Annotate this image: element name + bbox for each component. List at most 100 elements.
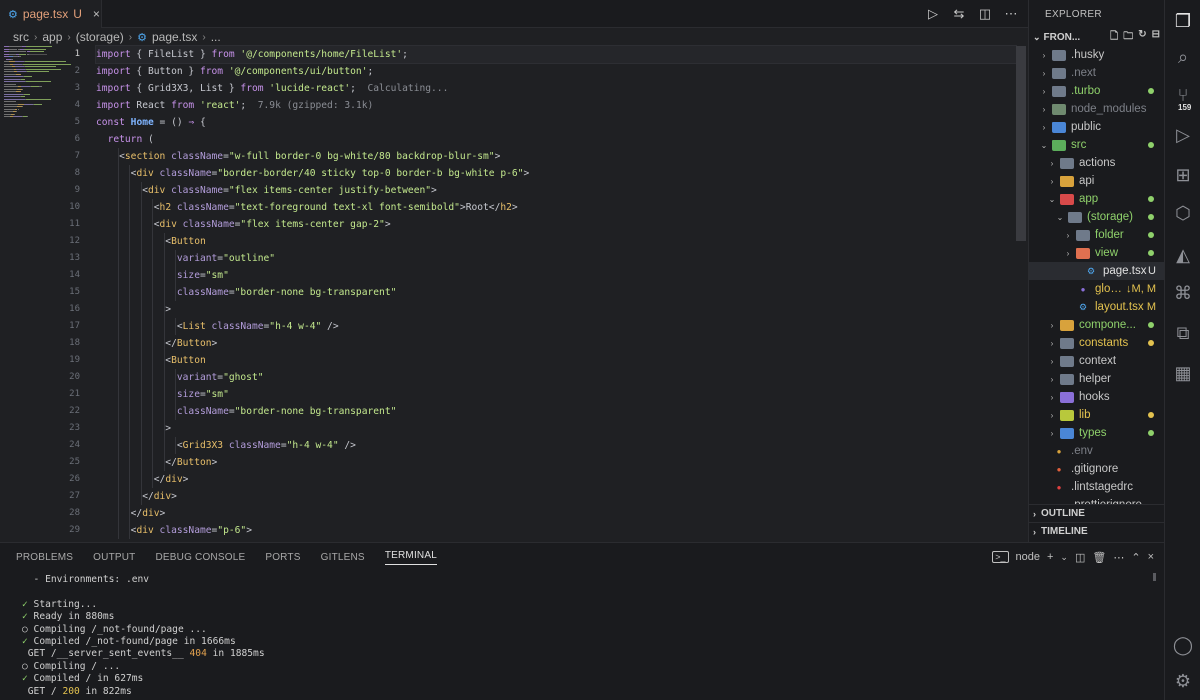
prisma-icon[interactable]: ◭ (1165, 238, 1200, 272)
split-editor-icon[interactable]: ◫ (978, 6, 992, 22)
collapse-all-icon[interactable]: ⊟ (1152, 29, 1160, 46)
add-terminal-icon[interactable]: + (1047, 551, 1053, 563)
tree-item[interactable]: ● .prettierignore (1029, 496, 1164, 504)
editor-tab-page-tsx[interactable]: ⚙ page.tsx U × (0, 0, 102, 28)
code-line[interactable]: <div className="border-border/40 sticky … (96, 165, 1016, 182)
tree-item[interactable]: › view (1029, 244, 1164, 262)
code-line[interactable]: <h2 className="text-foreground text-xl f… (96, 199, 1016, 216)
code-line[interactable]: </div> (96, 505, 1016, 522)
explorer-icon[interactable]: ❐ (1165, 4, 1200, 38)
maximize-panel-icon[interactable]: ⌃ (1131, 551, 1140, 564)
code-line[interactable]: <div className="flex items-center gap-2"… (96, 216, 1016, 233)
chevron-down-icon[interactable]: ⌄ (1060, 552, 1068, 563)
code-line[interactable]: </div> (96, 471, 1016, 488)
database-icon[interactable]: ▦ (1165, 356, 1200, 390)
tree-item[interactable]: › compone... (1029, 316, 1164, 334)
code-line[interactable]: import { Button } from '@/components/ui/… (96, 63, 1016, 80)
breadcrumb-symbol[interactable]: ... (211, 30, 221, 44)
tree-item[interactable]: ⌄ app (1029, 190, 1164, 208)
tree-item[interactable]: ● .lintstagedrc (1029, 478, 1164, 496)
code-line[interactable]: size="sm" (96, 267, 1016, 284)
code-line[interactable]: <section className="w-full border-0 bg-w… (96, 148, 1016, 165)
tree-item[interactable]: › actions (1029, 154, 1164, 172)
code-line[interactable]: <List className="h-4 w-4" /> (96, 318, 1016, 335)
code-line[interactable]: const Home = () ⇒ { (96, 114, 1016, 131)
tree-item[interactable]: ● glob... ↓M, M (1029, 280, 1164, 298)
tree-item[interactable]: › .husky (1029, 46, 1164, 64)
new-file-icon[interactable]: 🗋 (1110, 29, 1118, 46)
tree-item[interactable]: ⚙ page.tsx U (1029, 262, 1164, 280)
breadcrumb-src[interactable]: src (13, 30, 29, 44)
trash-icon[interactable]: 🗑 (1092, 551, 1106, 564)
tab-ports[interactable]: PORTS (265, 552, 300, 563)
close-icon[interactable]: × (93, 7, 100, 21)
code-line[interactable]: variant="ghost" (96, 369, 1016, 386)
search-icon[interactable]: ⌕ (1165, 40, 1200, 74)
python-icon[interactable]: ⌘ (1165, 276, 1200, 310)
code-line[interactable]: className="border-none bg-transparent" (96, 284, 1016, 301)
code-line[interactable]: <Grid3X3 className="h-4 w-4" /> (96, 437, 1016, 454)
code-line[interactable]: variant="outline" (96, 250, 1016, 267)
tree-item[interactable]: ⚙ layout.tsx M (1029, 298, 1164, 316)
new-folder-icon[interactable]: 🗀 (1123, 29, 1133, 46)
account-icon[interactable]: ◯ (1165, 628, 1200, 662)
tree-item[interactable]: ● .gitignore (1029, 460, 1164, 478)
tab-problems[interactable]: PROBLEMS (16, 552, 73, 563)
terminal-shell-name[interactable]: node (1016, 551, 1040, 563)
tree-item[interactable]: › types (1029, 424, 1164, 442)
code-line[interactable]: > (96, 301, 1016, 318)
minimap[interactable] (4, 46, 71, 126)
code-line[interactable]: className="border-none bg-transparent" (96, 403, 1016, 420)
tree-item[interactable]: ⌄ src (1029, 136, 1164, 154)
code-line[interactable]: <div className="p-6"> (96, 522, 1016, 539)
tree-item[interactable]: › hooks (1029, 388, 1164, 406)
settings-icon[interactable]: ⚙ (1165, 664, 1200, 698)
breadcrumb-app[interactable]: app (42, 30, 62, 44)
breadcrumb-file[interactable]: page.tsx (152, 30, 197, 44)
tab-debug-console[interactable]: DEBUG CONSOLE (155, 552, 245, 563)
code-line[interactable]: </Button> (96, 454, 1016, 471)
tab-output[interactable]: OUTPUT (93, 552, 135, 563)
timeline-section[interactable]: › TIMELINE (1029, 522, 1164, 540)
code-line[interactable]: <Button (96, 233, 1016, 250)
code-editor[interactable]: import { FileList } from '@/components/h… (95, 45, 1017, 539)
more-icon[interactable]: ⋯ (1113, 551, 1124, 564)
code-line[interactable]: </div> (96, 488, 1016, 505)
close-icon[interactable]: × (1148, 551, 1154, 563)
tab-gitlens[interactable]: GITLENS (321, 552, 365, 563)
terminal-scrollbar[interactable] (1153, 573, 1156, 581)
extensions-icon[interactable]: ⊞ (1165, 158, 1200, 192)
tree-item[interactable]: › public (1029, 118, 1164, 136)
split-terminal-icon[interactable]: ◫ (1075, 551, 1085, 564)
run-debug-icon[interactable]: ▷ (1165, 118, 1200, 152)
code-line[interactable]: import React from 'react'; 7.9k (gzipped… (96, 97, 1016, 114)
diagram-icon[interactable]: ⧉ (1165, 316, 1200, 350)
tree-item[interactable]: › helper (1029, 370, 1164, 388)
code-line[interactable]: import { FileList } from '@/components/h… (95, 45, 1017, 64)
tree-item[interactable]: › folder (1029, 226, 1164, 244)
code-line[interactable]: return ( (96, 131, 1016, 148)
tree-item[interactable]: › api (1029, 172, 1164, 190)
code-line[interactable]: > (96, 420, 1016, 437)
tree-item[interactable]: ⌄ (storage) (1029, 208, 1164, 226)
code-line[interactable]: import { Grid3X3, List } from 'lucide-re… (96, 80, 1016, 97)
terminal-output[interactable]: - Environments: .env ✓ Starting... ✓ Ready… (22, 574, 265, 698)
source-control-icon[interactable]: ⑂ 159 (1165, 78, 1200, 113)
tab-terminal[interactable]: TERMINAL (384, 550, 437, 565)
more-icon[interactable]: ⋯ (1004, 6, 1018, 22)
tree-item[interactable]: › context (1029, 352, 1164, 370)
editor-scrollbar[interactable] (1016, 46, 1026, 241)
code-line[interactable]: <Button (96, 352, 1016, 369)
tree-item[interactable]: ● .env (1029, 442, 1164, 460)
breadcrumb-storage[interactable]: (storage) (76, 30, 124, 44)
play-icon[interactable]: ▷ (926, 6, 940, 22)
code-line[interactable]: <div className="flex items-center justif… (96, 182, 1016, 199)
tree-item[interactable]: › constants (1029, 334, 1164, 352)
workspace-header[interactable]: ⌄ FRON... 🗋 🗀 ↻ ⊟ (1029, 28, 1164, 46)
tree-item[interactable]: › .turbo (1029, 82, 1164, 100)
refresh-icon[interactable]: ↻ (1138, 29, 1146, 46)
code-line[interactable]: size="sm" (96, 386, 1016, 403)
tree-item[interactable]: › lib (1029, 406, 1164, 424)
code-line[interactable]: </Button> (96, 335, 1016, 352)
remote-icon[interactable]: ⬡ (1165, 196, 1200, 230)
